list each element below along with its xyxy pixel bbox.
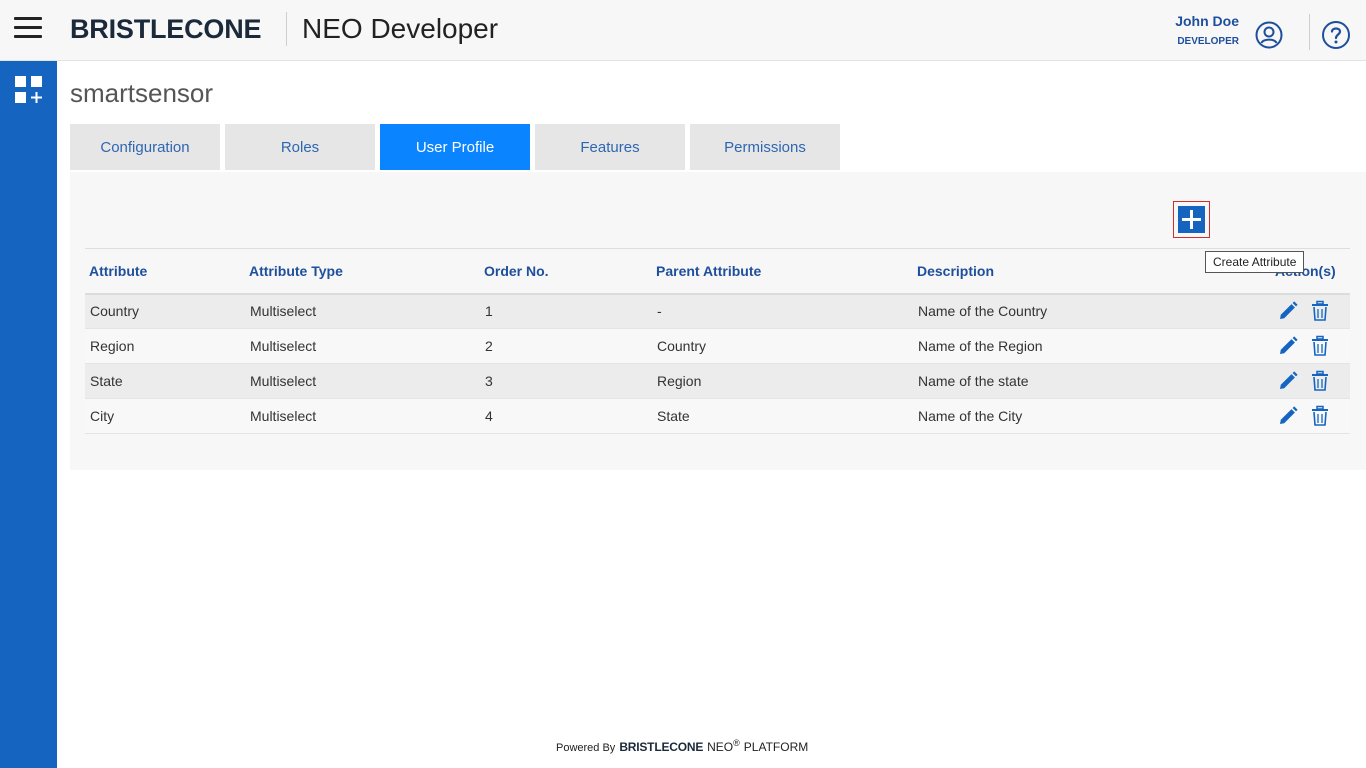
header-divider (286, 12, 287, 46)
cell-attribute: Region (90, 338, 135, 354)
top-bar: BRISTLECONE NEO Developer John Doe DEVEL… (0, 0, 1366, 61)
tab-roles[interactable]: Roles (225, 124, 375, 170)
user-name: John Doe (1175, 13, 1239, 29)
help-icon[interactable] (1321, 20, 1351, 50)
cell-attribute: City (90, 408, 115, 424)
delete-trash-icon[interactable] (1309, 335, 1331, 357)
cell-parent: Region (657, 373, 702, 389)
footer-platform: PLATFORM (743, 740, 809, 754)
app-title: NEO Developer (302, 13, 499, 44)
cell-type: Multiselect (250, 408, 317, 424)
edit-pencil-icon[interactable] (1277, 405, 1299, 427)
cell-parent: - (657, 303, 662, 320)
footer-product-name: NEO (707, 740, 734, 754)
column-header-attribute-type[interactable]: Attribute Type (245, 249, 480, 294)
user-profile-icon[interactable] (1255, 21, 1283, 49)
tab-features[interactable]: Features (535, 124, 685, 170)
table-row: State Multiselect 3 Region Name of the s… (85, 363, 1350, 399)
delete-trash-icon[interactable] (1309, 300, 1331, 322)
footer-product: NEO® (707, 738, 740, 754)
column-header-order-no[interactable]: Order No. (480, 249, 652, 294)
user-role: DEVELOPER (1177, 36, 1239, 47)
cell-description: Name of the Region (918, 338, 1043, 354)
cell-order: 4 (485, 408, 493, 424)
brand-logo: BRISTLECONE (70, 14, 262, 44)
cell-actions (1253, 329, 1350, 364)
cell-actions (1253, 399, 1350, 434)
attributes-table: Attribute Attribute Type Order No. Paren… (85, 248, 1350, 434)
edit-pencil-icon[interactable] (1277, 370, 1299, 392)
cell-type: Multiselect (250, 373, 317, 389)
tab-configuration[interactable]: Configuration (70, 124, 220, 170)
tab-user-profile[interactable]: User Profile (380, 124, 530, 170)
tab-permissions[interactable]: Permissions (690, 124, 840, 170)
table-row: Region Multiselect 2 Country Name of the… (85, 328, 1350, 364)
apps-add-icon[interactable] (14, 75, 44, 105)
column-header-attribute[interactable]: Attribute (85, 249, 245, 294)
cell-type: Multiselect (250, 338, 317, 354)
delete-trash-icon[interactable] (1309, 405, 1331, 427)
delete-trash-icon[interactable] (1309, 370, 1331, 392)
cell-actions (1253, 364, 1350, 399)
footer: Powered By BRISTLECONE NEO® PLATFORM (556, 738, 808, 754)
table-row: Country Multiselect 1 - Name of the Coun… (85, 293, 1350, 329)
cell-description: Name of the City (918, 408, 1023, 424)
edit-pencil-icon[interactable] (1277, 300, 1299, 322)
cell-description: Name of the Country (918, 303, 1048, 320)
column-header-parent-attribute[interactable]: Parent Attribute (652, 249, 913, 294)
user-info: John Doe DEVELOPER (1175, 13, 1239, 47)
footer-brand-logo: BRISTLECONE (619, 740, 704, 754)
table-header-row: Attribute Attribute Type Order No. Paren… (85, 248, 1350, 294)
column-header-description[interactable]: Description (913, 249, 1253, 294)
cell-type: Multiselect (250, 303, 317, 320)
cell-order: 1 (485, 303, 493, 320)
create-attribute-button[interactable] (1173, 201, 1210, 238)
sidebar (0, 61, 57, 768)
create-attribute-tooltip: Create Attribute (1205, 251, 1305, 273)
table-row: City Multiselect 4 State Name of the Cit… (85, 398, 1350, 434)
page-title: smartsensor (70, 78, 214, 108)
tab-bar: Configuration Roles User Profile Feature… (70, 124, 840, 170)
footer-registered-mark: ® (733, 738, 740, 748)
cell-parent: Country (657, 338, 707, 354)
cell-description: Name of the state (918, 373, 1029, 389)
cell-parent: State (657, 408, 690, 424)
cell-actions (1253, 294, 1350, 329)
cell-attribute: State (90, 373, 123, 389)
cell-order: 2 (485, 338, 493, 354)
cell-order: 3 (485, 373, 493, 389)
header-divider-right (1309, 14, 1310, 50)
hamburger-menu-icon[interactable] (14, 17, 42, 39)
plus-icon (1178, 206, 1205, 233)
cell-attribute: Country (90, 303, 140, 320)
footer-powered-by: Powered By (556, 742, 616, 754)
edit-pencil-icon[interactable] (1277, 335, 1299, 357)
